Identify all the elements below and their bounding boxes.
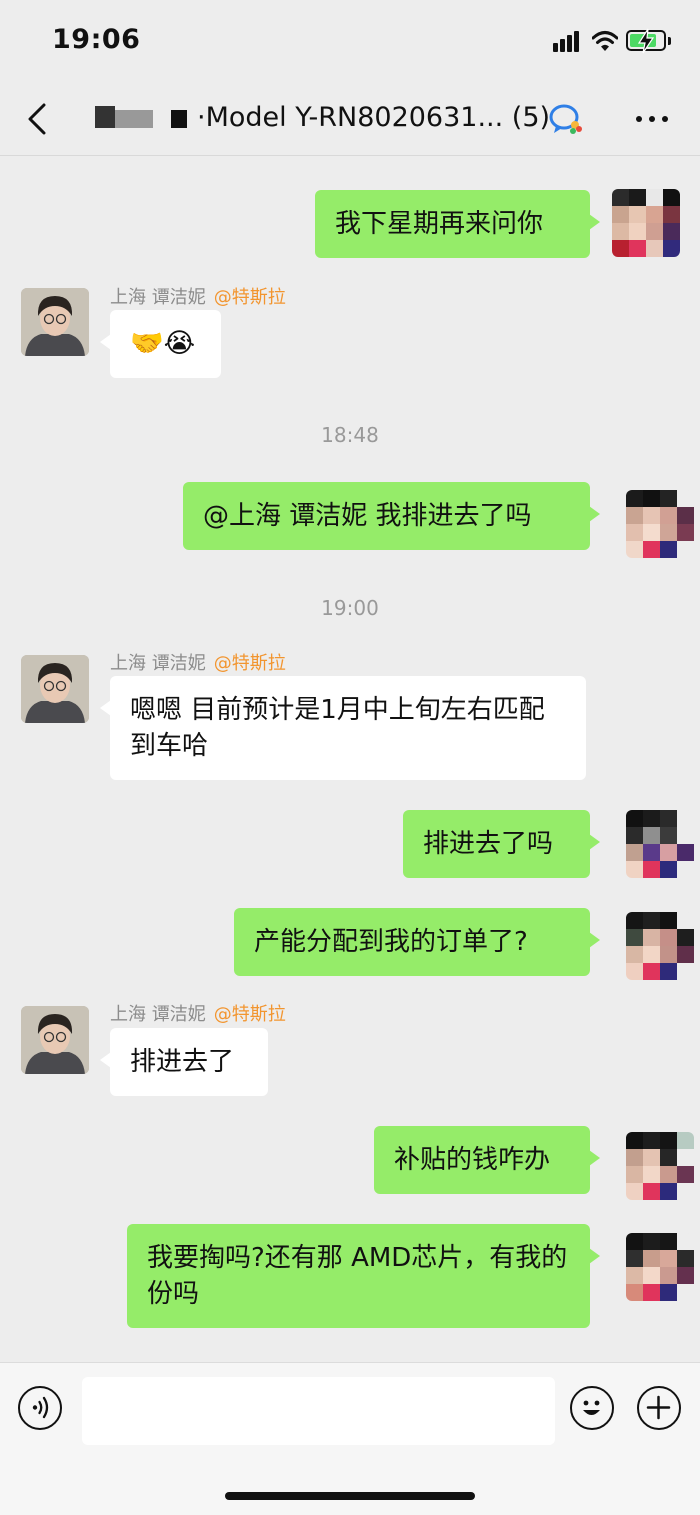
home-indicator[interactable] xyxy=(225,1492,475,1500)
person-photo-icon xyxy=(21,1006,89,1074)
redacted-name-block xyxy=(171,110,187,128)
contact-avatar[interactable] xyxy=(21,655,89,723)
self-message-bubble[interactable]: 补贴的钱咋办 xyxy=(374,1126,600,1194)
contact-avatar[interactable] xyxy=(21,288,89,356)
plus-icon[interactable] xyxy=(637,1386,681,1430)
self-message-bubble[interactable]: 产能分配到我的订单了? xyxy=(234,908,600,976)
self-avatar[interactable] xyxy=(626,1132,694,1200)
time-divider: 18:48 xyxy=(321,423,379,447)
status-time: 19:06 xyxy=(52,24,141,55)
time-divider: 19:00 xyxy=(321,596,379,620)
person-photo-icon xyxy=(21,288,89,356)
org-tag: @特斯拉 xyxy=(213,287,286,308)
self-message-bubble[interactable]: @上海 谭洁妮 我排进去了吗 xyxy=(183,482,600,550)
sender-name: 上海 谭洁妮 @特斯拉 xyxy=(110,653,286,674)
self-message-bubble[interactable]: 我下星期再来问你 xyxy=(315,190,600,258)
org-tag: @特斯拉 xyxy=(213,653,286,674)
self-avatar[interactable] xyxy=(626,912,694,980)
charging-bolt-icon xyxy=(637,28,655,54)
person-photo-icon xyxy=(21,655,89,723)
emoji-icon[interactable] xyxy=(570,1386,614,1430)
redacted-name-block xyxy=(95,106,115,128)
message-input[interactable] xyxy=(82,1377,555,1445)
contact-message-bubble[interactable]: 🤝😭 xyxy=(100,310,221,378)
chevron-left-icon[interactable] xyxy=(22,100,56,138)
wecom-icon xyxy=(549,104,582,134)
self-avatar[interactable] xyxy=(626,810,694,878)
org-tag: @特斯拉 xyxy=(213,1004,286,1025)
self-avatar[interactable] xyxy=(626,490,694,558)
self-message-bubble[interactable]: 我要掏吗?还有那 AMD芯片，有我的份吗 xyxy=(127,1224,600,1328)
voice-icon[interactable] xyxy=(18,1386,62,1430)
self-avatar[interactable] xyxy=(626,1233,694,1301)
sender-name: 上海 谭洁妮 @特斯拉 xyxy=(110,1004,286,1025)
chat-title[interactable]: ·Model Y-RN8020631... (5) xyxy=(93,96,593,140)
chat-title-text: ·Model Y-RN8020631... (5) xyxy=(197,102,551,133)
self-message-bubble[interactable]: 排进去了吗 xyxy=(403,810,600,878)
cellular-signal-icon xyxy=(553,30,583,52)
contact-message-bubble[interactable]: 嗯嗯 目前预计是1月中上旬左右匹配到车哈 xyxy=(100,676,586,780)
wifi-icon xyxy=(592,31,618,51)
sender-name: 上海 谭洁妮 @特斯拉 xyxy=(110,287,286,308)
contact-avatar[interactable] xyxy=(21,1006,89,1074)
contact-message-bubble[interactable]: 排进去了 xyxy=(100,1028,268,1096)
self-avatar[interactable] xyxy=(612,189,680,257)
more-dots-icon[interactable] xyxy=(632,110,672,126)
chat-nav-bar: ·Model Y-RN8020631... (5) xyxy=(0,82,700,156)
redacted-name-block xyxy=(115,110,153,128)
status-bar: 19:06 xyxy=(0,0,700,82)
